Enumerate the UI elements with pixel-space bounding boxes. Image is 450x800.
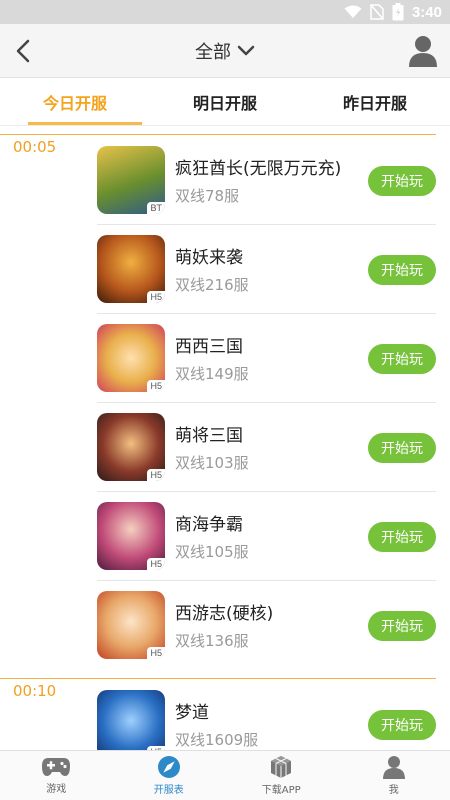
- nav-label: 我: [388, 785, 399, 796]
- game-icon: H5: [97, 324, 165, 392]
- nav-label: 下载APP: [261, 785, 301, 796]
- server-list[interactable]: 00:05 BT 疯狂酋长(无限万元充) 双线78服 开始玩 H5 萌妖来袭 双…: [0, 126, 450, 750]
- game-server: 双线136服: [175, 632, 249, 650]
- game-icon: H5: [97, 690, 165, 750]
- platform-badge: BT: [147, 202, 165, 214]
- group-time: 00:05: [13, 138, 57, 156]
- platform-badge: H5: [147, 558, 165, 570]
- game-name: 西西三国: [175, 337, 243, 357]
- play-button[interactable]: 开始玩: [368, 344, 436, 374]
- wifi-icon: [344, 5, 362, 19]
- battery-icon: [392, 3, 404, 21]
- time-group: 00:10 H5 梦道 双线1609服 开始玩: [0, 670, 450, 750]
- nav-download-app[interactable]: 下载APP: [225, 751, 338, 800]
- status-time: 3:40: [411, 3, 442, 21]
- game-icon: H5: [97, 235, 165, 303]
- list-item[interactable]: H5 西西三国 双线149服 开始玩: [97, 314, 436, 403]
- compass-icon: [157, 756, 180, 778]
- game-icon: H5: [97, 591, 165, 659]
- tab-tomorrow[interactable]: 明日开服: [150, 78, 300, 125]
- user-button[interactable]: [406, 32, 440, 70]
- game-name: 萌将三国: [175, 426, 243, 446]
- game-name: 萌妖来袭: [175, 248, 243, 268]
- nav-server-list[interactable]: 开服表: [113, 751, 226, 800]
- play-button[interactable]: 开始玩: [368, 522, 436, 552]
- list-item[interactable]: H5 西游志(硬核) 双线136服 开始玩: [97, 581, 436, 670]
- game-name: 商海争霸: [175, 515, 243, 535]
- group-divider: [0, 678, 436, 679]
- list-item[interactable]: H5 萌将三国 双线103服 开始玩: [97, 403, 436, 492]
- cube-icon: [271, 756, 292, 778]
- tab-today[interactable]: 今日开服: [0, 78, 150, 125]
- nav-games[interactable]: 游戏: [0, 751, 113, 800]
- bottom-nav: 游戏 开服表 下载APP 我: [0, 750, 450, 800]
- play-button[interactable]: 开始玩: [368, 255, 436, 285]
- play-button[interactable]: 开始玩: [368, 611, 436, 641]
- day-tabs: 今日开服 明日开服 昨日开服: [0, 78, 450, 126]
- platform-badge: H5: [147, 647, 165, 659]
- group-time: 00:10: [13, 682, 57, 700]
- list-item[interactable]: H5 萌妖来袭 双线216服 开始玩: [97, 225, 436, 314]
- platform-badge: H5: [147, 380, 165, 392]
- gamepad-icon: [42, 758, 71, 776]
- game-icon: BT: [97, 146, 165, 214]
- header: 全部: [0, 24, 450, 78]
- platform-badge: H5: [147, 291, 165, 303]
- nav-label: 开服表: [153, 785, 184, 796]
- game-server: 双线1609服: [175, 731, 259, 749]
- game-icon: H5: [97, 502, 165, 570]
- category-dropdown[interactable]: 全部: [0, 24, 450, 78]
- chevron-down-icon: [237, 45, 255, 56]
- game-name: 疯狂酋长(无限万元充): [175, 159, 342, 179]
- no-sim-icon: [370, 4, 384, 20]
- list-item[interactable]: H5 商海争霸 双线105服 开始玩: [97, 492, 436, 581]
- game-icon: H5: [97, 413, 165, 481]
- time-group: 00:05 BT 疯狂酋长(无限万元充) 双线78服 开始玩 H5 萌妖来袭 双…: [0, 126, 450, 670]
- user-icon: [382, 756, 405, 779]
- game-name: 梦道: [175, 703, 209, 723]
- group-divider: [0, 134, 436, 135]
- game-server: 双线149服: [175, 365, 249, 383]
- nav-me[interactable]: 我: [338, 751, 450, 800]
- nav-label: 游戏: [46, 784, 67, 795]
- user-icon: [409, 36, 437, 67]
- list-item[interactable]: H5 梦道 双线1609服 开始玩: [97, 680, 436, 750]
- list-item[interactable]: BT 疯狂酋长(无限万元充) 双线78服 开始玩: [97, 136, 436, 225]
- status-bar: 3:40: [0, 0, 450, 24]
- game-server: 双线78服: [175, 187, 240, 205]
- game-server: 双线103服: [175, 454, 249, 472]
- platform-badge: H5: [147, 469, 165, 481]
- play-button[interactable]: 开始玩: [368, 710, 436, 740]
- game-server: 双线216服: [175, 276, 249, 294]
- play-button[interactable]: 开始玩: [368, 166, 436, 196]
- game-name: 西游志(硬核): [175, 604, 274, 624]
- page-title: 全部: [195, 42, 231, 63]
- game-server: 双线105服: [175, 543, 249, 561]
- tab-yesterday[interactable]: 昨日开服: [300, 78, 450, 125]
- play-button[interactable]: 开始玩: [368, 433, 436, 463]
